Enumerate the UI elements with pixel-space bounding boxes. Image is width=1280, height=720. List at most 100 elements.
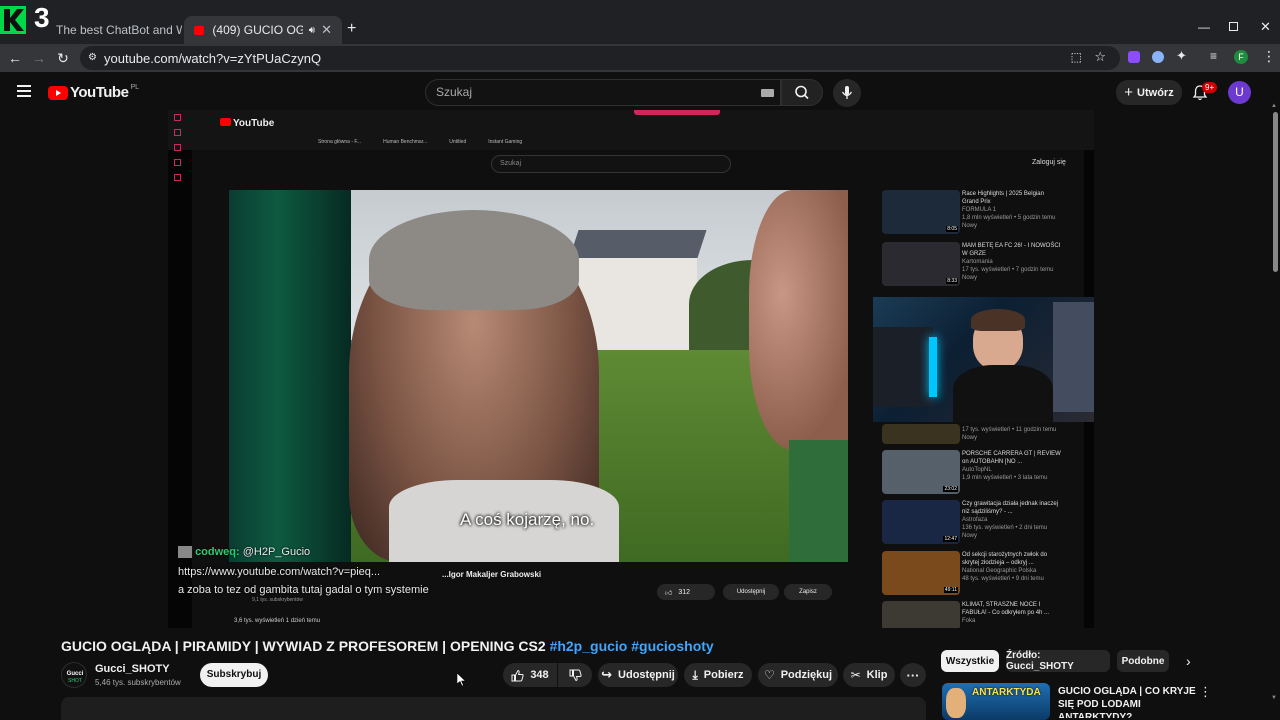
next-video-title[interactable]: GUCIO OGLĄDA | CO KRYJE SIĘ POD LODAMI A…: [1058, 685, 1196, 718]
create-label: Utwórz: [1137, 86, 1174, 99]
close-window-button[interactable]: ✕: [1260, 19, 1271, 35]
thanks-label: Podziękuj: [780, 669, 833, 681]
chip-source[interactable]: Źródło: Gucci_SHOTY: [1006, 650, 1110, 672]
chat-message: codweq: @H2P_Gucio: [178, 546, 311, 559]
audio-icon[interactable]: 🔊︎: [309, 25, 315, 36]
subscriber-count: 5,46 tys. subskrybentów: [95, 678, 181, 687]
search-input[interactable]: Szukaj: [425, 79, 781, 106]
next-video-menu-icon[interactable]: ⋮: [1199, 684, 1212, 700]
extension-icon[interactable]: [1128, 51, 1140, 63]
sidebar-video-info: MAM BETĘ EA FC 26! - I NOWOŚCI W GRZE Ka…: [962, 243, 1061, 281]
inner-login-button: Zaloguj się: [1032, 159, 1066, 166]
account-avatar[interactable]: U: [1228, 81, 1251, 104]
search-icon: [795, 85, 809, 100]
scroll-up-arrow-icon[interactable]: ▲: [1271, 103, 1277, 109]
address-bar[interactable]: ⚙ youtube.com/watch?v=zYtPUaCzynQ ⬚ ☆: [80, 46, 1120, 70]
youtube-favicon-icon: [194, 25, 205, 35]
forward-icon[interactable]: →: [30, 49, 48, 67]
like-count: 348: [530, 669, 549, 681]
next-video-thumbnail[interactable]: ANTARKTYDA: [942, 683, 1050, 720]
site-info-icon[interactable]: ⚙: [88, 52, 97, 63]
sidebar-video-info: 17 tys. wyświetleń • 11 godzin temu Nowy: [962, 427, 1057, 441]
sidebar-video-info: Od sekcji starożytnych zwłok do skrytej …: [962, 552, 1048, 582]
hamburger-menu-icon[interactable]: [17, 85, 31, 97]
thumbs-down-icon: [569, 669, 582, 681]
bookmark: Instant Gaming: [488, 139, 523, 145]
channel-name[interactable]: Gucci_SHOTY: [95, 663, 170, 675]
tab-chatbot[interactable]: The best ChatBot and Widgets ✕: [30, 16, 182, 44]
media-controls-icon[interactable]: ≡: [1210, 49, 1217, 63]
hashtags-link[interactable]: #h2p_gucio #gucioshoty: [550, 638, 714, 654]
sidebar-video-info: KLIMAT, STRASZNE NOCE I FABUŁA! - Co odk…: [962, 602, 1050, 624]
like-button[interactable]: 348: [503, 663, 557, 687]
svg-text:Gucci: Gucci: [67, 671, 84, 677]
keyboard-icon[interactable]: [761, 89, 774, 97]
download-icon: ⤓: [692, 667, 698, 682]
new-tab-button[interactable]: +: [347, 20, 356, 38]
bookmark: Untitled: [449, 139, 467, 145]
thumbs-up-icon: [511, 669, 524, 681]
inner-share-button: Udostępnij: [723, 584, 779, 600]
voice-search-button[interactable]: [833, 79, 861, 107]
thumbs-up-icon: 👍︎: [665, 589, 673, 597]
scissors-icon: ✂: [850, 668, 861, 682]
chip-all[interactable]: Wszystkie: [941, 650, 999, 672]
video-player[interactable]: YouTube Strona główna - F... Human Bench…: [168, 110, 1094, 628]
search-button[interactable]: [781, 79, 823, 106]
close-icon[interactable]: ✕: [321, 22, 332, 38]
share-button[interactable]: ↪ Udostępnij: [598, 663, 678, 687]
browser-menu-icon[interactable]: ⋮: [1262, 48, 1276, 65]
video-title: GUCIO OGLĄDA | PIRAMIDY | WYWIAD Z PROFE…: [61, 638, 714, 654]
video-subtitle: A coś kojarzę, no.: [460, 510, 595, 529]
mouse-cursor-icon: [457, 673, 466, 687]
back-icon[interactable]: ←: [6, 49, 24, 67]
url-text: youtube.com/watch?v=zYtPUaCzynQ: [104, 50, 322, 66]
tab-youtube[interactable]: (409) GUCIO OGLĄDA | PIR... 🔊︎ ✕: [184, 16, 342, 44]
clip-button[interactable]: ✂ Klip: [843, 663, 895, 687]
install-icon[interactable]: ⬚: [1071, 50, 1082, 64]
chat-message: a zoba to tez od gambita tutaj gadal o t…: [178, 584, 429, 596]
page-scrollbar[interactable]: [1273, 112, 1278, 272]
more-actions-button[interactable]: ···: [900, 663, 926, 687]
profile-avatar[interactable]: F: [1234, 50, 1248, 64]
chat-text: @H2P_Gucio: [242, 546, 311, 558]
dislike-button[interactable]: [558, 663, 592, 687]
reload-icon[interactable]: ↻: [54, 49, 72, 67]
create-button[interactable]: + Utwórz: [1116, 80, 1182, 105]
thanks-button[interactable]: ♡ Podziękuj: [758, 663, 838, 687]
chip-related[interactable]: Podobne: [1117, 650, 1169, 672]
country-code: PL: [130, 84, 139, 91]
tab-label: The best ChatBot and Widgets: [56, 23, 182, 37]
clip-label: Klip: [866, 669, 888, 681]
share-icon: ↪: [601, 667, 613, 682]
extension-icon[interactable]: [1152, 51, 1164, 63]
thumbnail-text: ANTARKTYDA: [972, 687, 1041, 698]
share-label: Udostępnij: [618, 669, 675, 681]
sidebar-video-info: PORSCHE CARRERA GT | REVIEW on AUTOBAHN …: [962, 451, 1061, 481]
sidebar-thumbnail: [882, 601, 960, 628]
extensions-puzzle-icon[interactable]: ✦: [1176, 48, 1187, 64]
brand-logo: [0, 6, 26, 34]
bookmark-star-icon[interactable]: ☆: [1094, 49, 1106, 65]
description-box[interactable]: [61, 697, 926, 720]
streamer-tab-indicator: [634, 110, 720, 115]
download-button[interactable]: ⤓ Pobierz: [684, 663, 752, 687]
channel-avatar[interactable]: Gucci SHOT: [61, 662, 87, 688]
youtube-logo[interactable]: YouTube PL: [48, 84, 139, 101]
bookmark: Strona główna - F...: [318, 139, 362, 145]
inner-views: 3,6 tys. wyświetleń 1 dzień temu: [234, 618, 321, 624]
sidebar-thumbnail: 12:47: [882, 500, 960, 544]
video-title-text: GUCIO OGLĄDA | PIRAMIDY | WYWIAD Z PROFE…: [61, 638, 546, 654]
scroll-down-arrow-icon[interactable]: ▼: [1271, 695, 1277, 701]
download-label: Pobierz: [703, 669, 744, 681]
restore-button[interactable]: [1229, 22, 1238, 31]
inner-video-title: ...Igor Makaljer Grabowski: [442, 570, 542, 579]
subscribe-button[interactable]: Subskrybuj: [200, 663, 268, 687]
chevron-right-icon[interactable]: ›: [1186, 653, 1191, 669]
sidebar-thumbnail: 23:02: [882, 450, 960, 494]
inner-channel-subs: 9,1 tys. subskrybentów: [252, 597, 303, 603]
youtube-logo-text: YouTube: [70, 84, 129, 101]
webcam-overlay: [873, 297, 1094, 422]
minimize-button[interactable]: —: [1198, 20, 1210, 34]
inner-like-button: 👍︎ 312: [657, 584, 715, 600]
